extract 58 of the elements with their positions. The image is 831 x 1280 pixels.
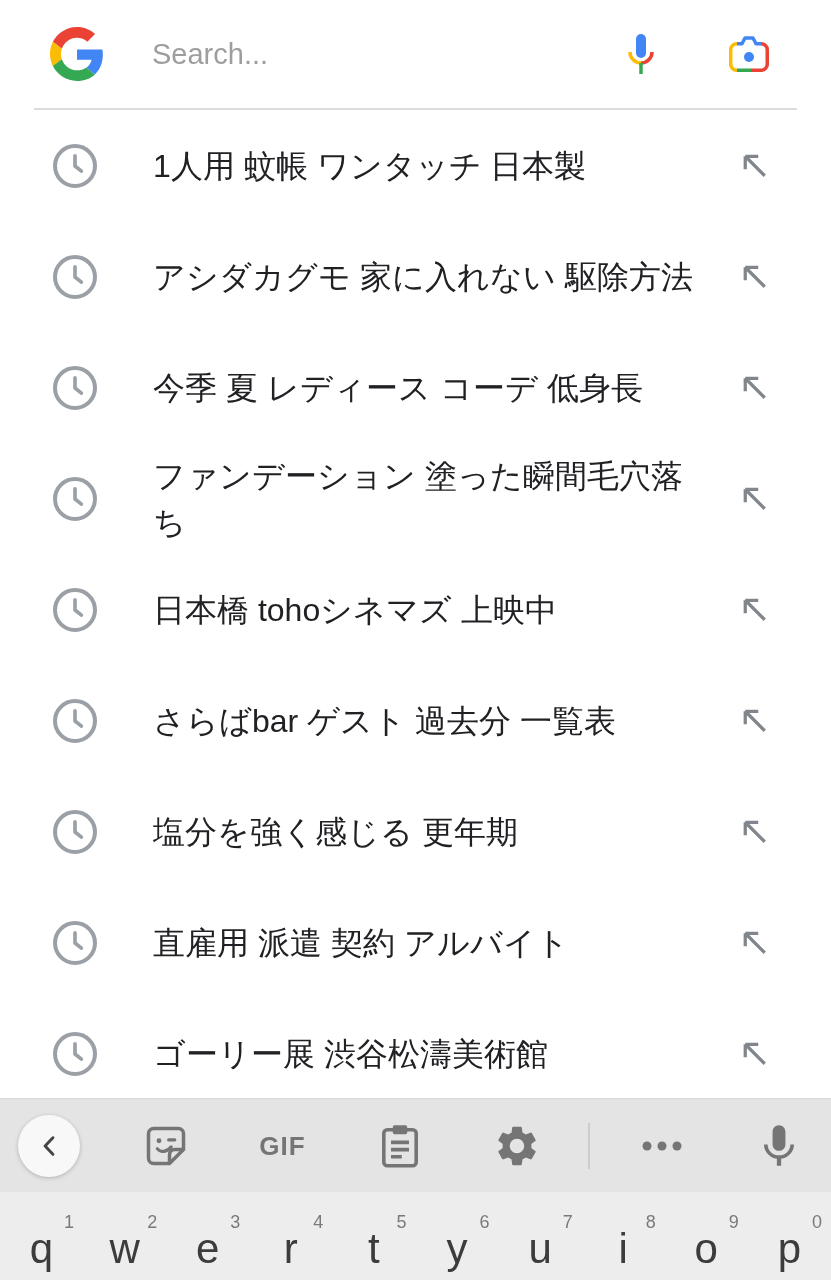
settings-icon[interactable] xyxy=(497,1125,536,1166)
key-hint: 7 xyxy=(562,1212,573,1232)
key-button[interactable]: t 5 xyxy=(332,1192,416,1280)
clipboard-icon[interactable] xyxy=(381,1123,418,1168)
sticker-icon[interactable] xyxy=(144,1124,187,1167)
key-button[interactable]: q 1 xyxy=(0,1192,84,1280)
camera-icon[interactable] xyxy=(729,36,769,72)
suggestion-text[interactable]: 日本橋 tohoシネマズ 上映中 xyxy=(153,586,693,633)
suggestion-text[interactable]: 今季 夏 レディース コーデ 低身長 xyxy=(153,364,693,411)
arrow-icon[interactable] xyxy=(742,707,768,734)
arrow-icon[interactable] xyxy=(742,1040,768,1067)
arrow-icon[interactable] xyxy=(742,485,768,512)
arrow-icon[interactable] xyxy=(742,596,768,623)
clock-icon xyxy=(53,476,97,521)
suggestion-text[interactable]: 直雇用 派遣 契約 アルバイト xyxy=(153,919,693,966)
more-icon[interactable] xyxy=(641,1140,682,1151)
clock-icon xyxy=(53,698,97,743)
search-field[interactable]: Search... xyxy=(152,32,610,76)
clock-icon xyxy=(53,365,97,410)
suggestion-text[interactable]: 塩分を強く感じる 更年期 xyxy=(153,808,693,855)
key-button[interactable]: i 8 xyxy=(581,1192,665,1280)
key-hint: 1 xyxy=(64,1212,75,1232)
key-hint: 6 xyxy=(479,1212,490,1232)
suggestion-text[interactable]: アシダカグモ 家に入れない 駆除方法 xyxy=(153,253,693,300)
suggestion-text[interactable]: ファンデーション 塗った瞬間毛穴落ち xyxy=(153,452,693,545)
arrow-icon[interactable] xyxy=(742,374,768,401)
clock-icon xyxy=(53,254,97,299)
arrow-icon[interactable] xyxy=(742,152,768,179)
microphone-icon[interactable] xyxy=(763,1125,794,1166)
clock-icon xyxy=(53,809,97,854)
logo-icon xyxy=(50,27,104,81)
key-hint: 9 xyxy=(728,1212,739,1232)
key-hint: 3 xyxy=(230,1212,241,1232)
key-button[interactable]: e 3 xyxy=(166,1192,250,1280)
key-hint: 0 xyxy=(811,1212,822,1232)
suggestion-text[interactable]: ゴーリー展 渋谷松濤美術館 xyxy=(153,1030,693,1077)
key-button[interactable]: u 7 xyxy=(498,1192,582,1280)
clock-icon xyxy=(53,587,97,632)
chevron-left-icon xyxy=(43,1135,55,1156)
clock-icon xyxy=(53,920,97,965)
gif-button[interactable]: GIF xyxy=(259,1131,306,1160)
back-button[interactable] xyxy=(18,1114,80,1177)
arrow-icon[interactable] xyxy=(742,929,768,956)
suggestion-text[interactable]: さらばbar ゲスト 過去分 一覧表 xyxy=(153,697,693,744)
microphone-icon[interactable] xyxy=(627,34,655,74)
key-hint: 5 xyxy=(396,1212,407,1232)
key-button[interactable]: p 0 xyxy=(747,1192,831,1280)
key-hint: 8 xyxy=(645,1212,656,1232)
key-button[interactable]: o 9 xyxy=(664,1192,748,1280)
clock-icon xyxy=(53,1031,97,1076)
arrow-icon[interactable] xyxy=(742,263,768,290)
key-hint: 2 xyxy=(147,1212,158,1232)
key-hint: 4 xyxy=(313,1212,324,1232)
key-button[interactable]: y 6 xyxy=(415,1192,499,1280)
key-button[interactable]: r 4 xyxy=(249,1192,333,1280)
clock-icon xyxy=(53,143,97,188)
arrow-icon[interactable] xyxy=(742,818,768,845)
suggestion-text[interactable]: 1人用 蚊帳 ワンタッチ 日本製 xyxy=(153,142,693,189)
